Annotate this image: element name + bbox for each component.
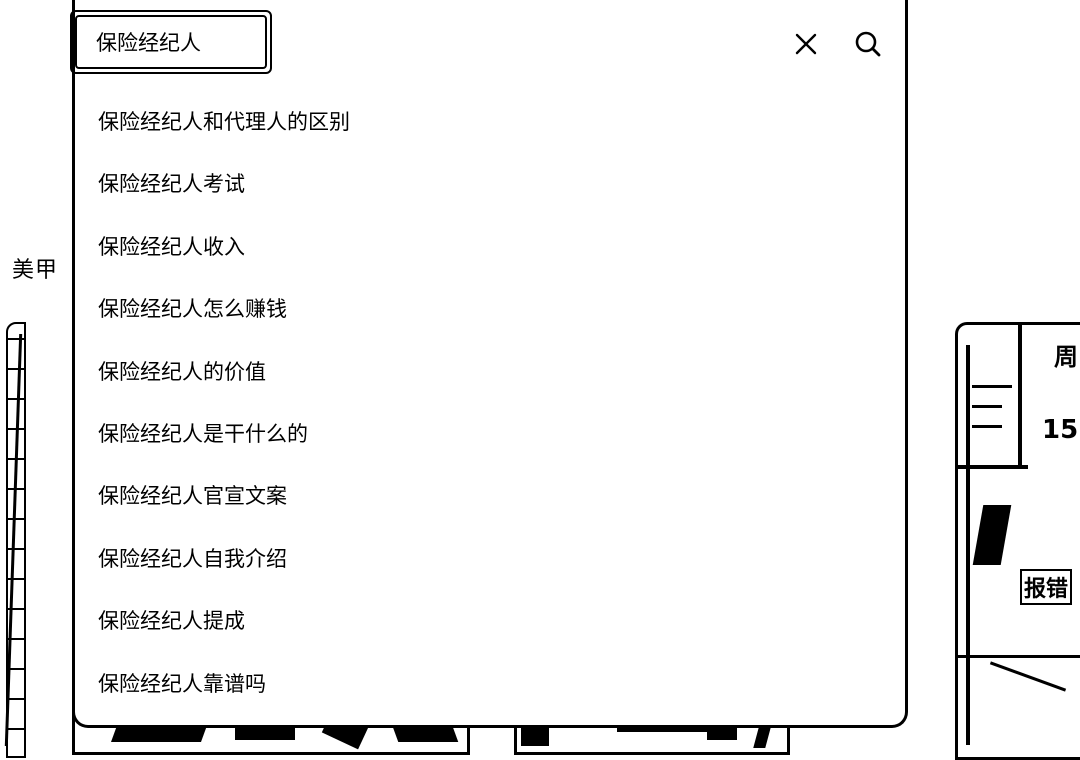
suggestion-item[interactable]: 保险经纪人的价值 (98, 350, 350, 412)
search-button[interactable] (848, 24, 888, 64)
suggestion-item[interactable]: 保险经纪人靠谱吗 (98, 662, 350, 724)
suggestion-item[interactable]: 保险经纪人是干什么的 (98, 412, 350, 474)
suggestion-item[interactable]: 保险经纪人官宣文案 (98, 474, 350, 536)
card-tag: 报错 (1020, 569, 1073, 605)
search-input[interactable] (96, 24, 266, 60)
page: 美甲 周 15 报错 保险经纪人 保险经纪人和代理人的区别 保险经纪人考试 保险… (0, 0, 1080, 760)
search-icon (855, 31, 881, 57)
close-icon (795, 33, 817, 55)
suggestion-item[interactable]: 保险经纪人考试 (98, 162, 350, 224)
suggestion-item[interactable]: 保险经纪人提成 (98, 599, 350, 661)
suggestion-item[interactable]: 保险经纪人和代理人的区别 (98, 100, 350, 162)
category-label[interactable]: 美甲 (12, 252, 58, 284)
clear-button[interactable] (786, 24, 826, 64)
feed-card-right[interactable]: 周 15 报错 (955, 322, 1080, 760)
card-number: 15 (1042, 415, 1079, 445)
suggestion-item[interactable]: 保险经纪人怎么赚钱 (98, 287, 350, 349)
suggestion-item[interactable]: 保险经纪人收入 (98, 225, 350, 287)
suggestion-list: 保险经纪人和代理人的区别 保险经纪人考试 保险经纪人收入 保险经纪人怎么赚钱 保… (98, 100, 350, 724)
feed-card-left[interactable] (6, 322, 26, 758)
suggestion-item[interactable]: 保险经纪人自我介绍 (98, 537, 350, 599)
card-corner-text: 周 (1054, 343, 1078, 371)
